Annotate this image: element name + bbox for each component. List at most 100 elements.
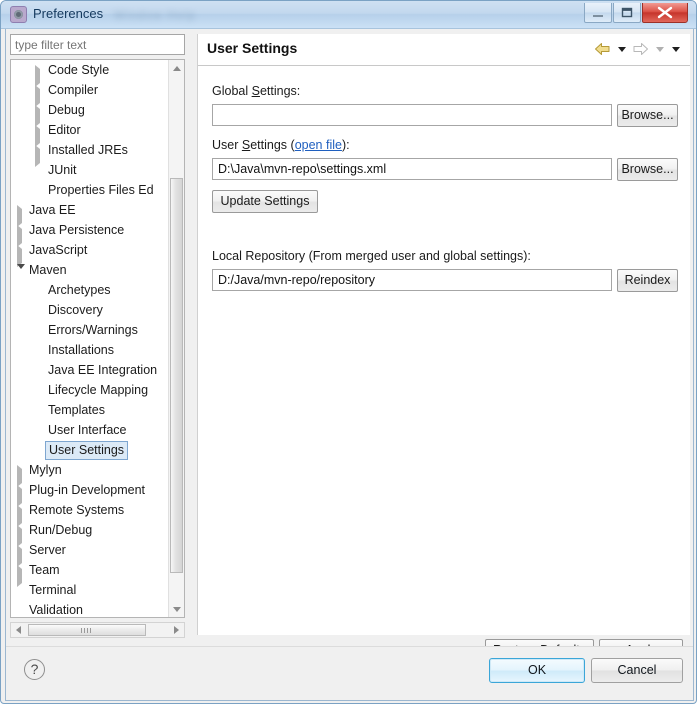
global-settings-label: Global Settings: xyxy=(212,84,300,98)
tree-item[interactable]: Discovery xyxy=(11,300,169,320)
tree-item-label: Installations xyxy=(48,343,115,357)
reindex-button[interactable]: Reindex xyxy=(617,269,678,292)
tree-item-label: Java Persistence xyxy=(29,223,125,237)
tree-item[interactable]: Java Persistence xyxy=(11,220,169,247)
tree-twisty[interactable] xyxy=(35,145,43,167)
tree-item[interactable]: Compiler xyxy=(11,80,169,107)
global-settings-browse-button[interactable]: Browse... xyxy=(617,104,678,127)
user-settings-browse-button[interactable]: Browse... xyxy=(617,158,678,181)
back-history-dropdown[interactable] xyxy=(615,40,628,58)
tree-twisty[interactable] xyxy=(17,205,25,227)
local-repository-input[interactable] xyxy=(212,269,612,291)
scroll-right-arrow-icon[interactable] xyxy=(169,623,184,637)
minimize-icon xyxy=(593,15,603,17)
tree-item[interactable]: Team xyxy=(11,560,169,587)
tree-item-label: User Settings xyxy=(45,441,129,460)
back-arrow-icon xyxy=(595,43,610,55)
tree-item[interactable]: Server xyxy=(11,540,169,567)
ok-button[interactable]: OK xyxy=(489,658,585,683)
user-settings-label-pre: User xyxy=(212,138,242,152)
tree-horizontal-scrollbar[interactable] xyxy=(10,622,185,638)
tree-item[interactable]: Maven xyxy=(11,260,169,283)
tree-item-label: Discovery xyxy=(48,303,103,317)
tree-twisty[interactable] xyxy=(17,505,25,527)
global-settings-label-pre: Global xyxy=(212,84,252,98)
forward-button[interactable] xyxy=(631,40,650,58)
tree-item-label: Validation xyxy=(29,603,83,617)
tree-twisty[interactable] xyxy=(17,485,25,507)
tree-item[interactable]: JavaScript xyxy=(11,240,169,267)
tree-item-label: Java EE Integration xyxy=(48,363,158,377)
preferences-dialog: Preferences Window Help Code Style Compil… xyxy=(0,0,697,704)
user-settings-label: User Settings (open file): xyxy=(212,138,350,152)
tree-item[interactable]: Java EE Integration xyxy=(11,360,169,380)
maximize-button[interactable] xyxy=(613,3,641,23)
tree-item[interactable]: Debug xyxy=(11,100,169,127)
tree-item-label: Debug xyxy=(48,103,85,117)
tree-item[interactable]: Lifecycle Mapping xyxy=(11,380,169,400)
tree-item[interactable]: Plug-in Development xyxy=(11,480,169,507)
preferences-tree[interactable]: Code Style Compiler Debug Editor Installed J… xyxy=(10,59,185,618)
scroll-down-arrow-icon[interactable] xyxy=(169,601,184,617)
tree-twisty[interactable] xyxy=(35,105,43,127)
tree-item[interactable]: Templates xyxy=(11,400,169,420)
tree-twisty[interactable] xyxy=(17,545,25,567)
tree-item[interactable]: Java EE xyxy=(11,200,169,227)
user-settings-label-mnemonic: S xyxy=(241,138,251,152)
tree-horizontal-scrollbar-thumb[interactable] xyxy=(28,624,146,636)
close-button[interactable] xyxy=(642,3,688,23)
tree-item[interactable]: Properties Files Ed xyxy=(11,180,169,200)
global-settings-input[interactable] xyxy=(212,104,612,126)
forward-arrow-icon xyxy=(633,43,648,55)
window-titlebar: Preferences Window Help xyxy=(1,1,696,29)
back-button[interactable] xyxy=(593,40,612,58)
view-menu-dropdown[interactable] xyxy=(669,40,682,58)
tree-item-label: Code Style xyxy=(48,63,110,77)
help-icon[interactable]: ? xyxy=(24,659,45,680)
tree-item[interactable]: Errors/Warnings xyxy=(11,320,169,340)
scroll-left-arrow-icon[interactable] xyxy=(11,623,26,637)
tree-item[interactable]: User Settings xyxy=(11,440,169,460)
tree-item[interactable]: JUnit xyxy=(11,160,169,180)
tree-item-label: Templates xyxy=(48,403,105,417)
tree-twisty[interactable] xyxy=(35,125,43,147)
tree-item[interactable]: Installed JREs xyxy=(11,140,169,167)
content-header: User Settings xyxy=(198,34,690,66)
tree-twisty[interactable] xyxy=(17,565,25,587)
update-settings-button[interactable]: Update Settings xyxy=(212,190,318,213)
tree-item[interactable]: Mylyn xyxy=(11,460,169,487)
tree-item[interactable]: Installations xyxy=(11,340,169,360)
tree-item[interactable]: Validation xyxy=(11,600,169,617)
tree-vertical-scrollbar-thumb[interactable] xyxy=(170,178,183,573)
tree-twisty[interactable] xyxy=(17,465,25,487)
maximize-icon xyxy=(621,7,633,18)
tree-item[interactable]: Archetypes xyxy=(11,280,169,300)
minimize-button[interactable] xyxy=(584,3,612,23)
tree-item-label: Maven xyxy=(29,263,67,277)
tree-item-label: Mylyn xyxy=(29,463,62,477)
cancel-button[interactable]: Cancel xyxy=(591,658,683,683)
tree-twisty[interactable] xyxy=(17,245,25,267)
tree-item[interactable]: User Interface xyxy=(11,420,169,440)
tree-twisty[interactable] xyxy=(35,85,43,107)
filter-input[interactable] xyxy=(10,34,185,55)
user-settings-label-mid: ettings ( xyxy=(250,138,295,152)
tree-item[interactable]: Code Style xyxy=(11,60,169,87)
scroll-up-arrow-icon[interactable] xyxy=(169,60,184,76)
tree-item[interactable]: Run/Debug xyxy=(11,520,169,547)
tree-item-label: Java EE xyxy=(29,203,76,217)
tree-twisty[interactable] xyxy=(17,525,25,547)
settings-form: Global Settings: Browse... User Settings… xyxy=(198,66,690,662)
tree-twisty[interactable] xyxy=(35,65,43,87)
tree-item[interactable]: Editor xyxy=(11,120,169,147)
tree-item-label: Compiler xyxy=(48,83,99,97)
tree-twisty[interactable] xyxy=(17,264,25,283)
user-settings-input[interactable] xyxy=(212,158,612,180)
tree-twisty[interactable] xyxy=(17,225,25,247)
tree-item[interactable]: Terminal xyxy=(11,580,169,600)
forward-history-dropdown[interactable] xyxy=(653,40,666,58)
tree-vertical-scrollbar[interactable] xyxy=(168,60,184,617)
tree-item[interactable]: Remote Systems xyxy=(11,500,169,527)
open-file-link[interactable]: open file xyxy=(295,138,342,152)
tree-item-label: JUnit xyxy=(48,163,77,177)
